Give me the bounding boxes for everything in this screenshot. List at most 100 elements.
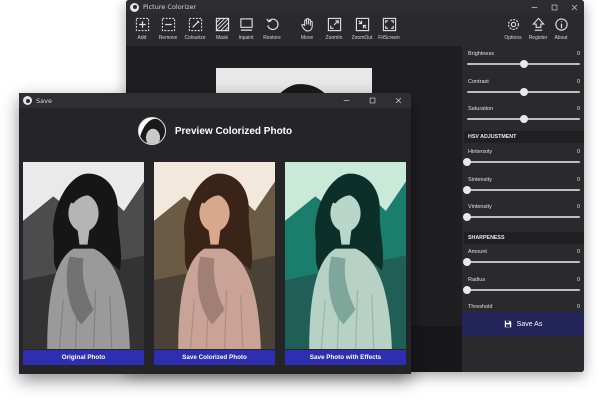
dialog-header: Preview Colorized Photo	[19, 117, 411, 145]
vintensity-slider[interactable]: Vintensity 0	[463, 204, 580, 222]
add-button[interactable]: Add	[128, 17, 156, 41]
about-button[interactable]: About	[547, 17, 575, 41]
sharpness-section-header: SHARPENESS	[464, 232, 584, 244]
radius-slider[interactable]: Radius 0	[463, 277, 580, 295]
threshold-value: 0	[576, 304, 580, 310]
options-button[interactable]: Options	[499, 17, 527, 41]
brightness-value: 0	[576, 51, 580, 57]
radius-track[interactable]	[463, 286, 580, 294]
contrast-label: Contrast	[468, 79, 489, 85]
sintensity-value: 0	[576, 177, 580, 183]
save-colorized-photo-button[interactable]: Save Colorized Photo	[154, 350, 275, 365]
original-photo-button[interactable]: Original Photo	[23, 350, 144, 365]
restore-label: Restore	[263, 35, 281, 41]
hand-icon	[300, 17, 313, 32]
saturation-value: 0	[576, 106, 580, 112]
amount-value: 0	[576, 249, 580, 255]
add-label: Add	[137, 35, 147, 41]
brightness-slider[interactable]: Brightness 0	[464, 51, 580, 69]
add-icon	[135, 17, 149, 32]
dialog-maximize-button[interactable]	[359, 93, 385, 108]
amount-handle[interactable]	[463, 258, 471, 266]
toolbar: Add Remove Colourize Mask Inpaint Restor…	[126, 14, 584, 46]
restore-button[interactable]: Restore	[258, 17, 286, 41]
gear-icon	[507, 18, 519, 31]
vintensity-handle[interactable]	[463, 213, 471, 221]
adjustments-panel: Brightness 0 Contrast 0 Saturation 0 HSV…	[462, 46, 584, 372]
amount-slider[interactable]: Amount 0	[463, 249, 580, 267]
saturation-slider[interactable]: Saturation 0	[464, 106, 580, 124]
hintensity-track[interactable]	[463, 158, 580, 166]
inpaint-button[interactable]: Inpaint	[232, 17, 260, 41]
hintensity-slider[interactable]: Hintensity 0	[463, 149, 580, 167]
remove-icon	[161, 17, 175, 32]
dialog-heading: Preview Colorized Photo	[174, 125, 293, 137]
contrast-slider[interactable]: Contrast 0	[464, 79, 580, 97]
vintensity-value: 0	[576, 204, 580, 210]
sintensity-slider[interactable]: Sintensity 0	[463, 177, 580, 195]
amount-track[interactable]	[463, 258, 580, 266]
original-photo-preview	[23, 162, 144, 349]
minimize-button[interactable]	[524, 0, 544, 14]
colourize-button[interactable]: Colourize	[181, 17, 209, 41]
sintensity-track[interactable]	[463, 186, 580, 194]
move-label: Move	[300, 35, 314, 41]
about-label: About	[554, 35, 568, 41]
save-dialog-title: Save	[36, 96, 52, 105]
radius-value: 0	[576, 277, 580, 283]
contrast-value: 0	[576, 79, 580, 85]
brightness-handle[interactable]	[519, 60, 528, 68]
close-button[interactable]	[564, 0, 584, 14]
hintensity-handle[interactable]	[463, 158, 471, 166]
contrast-track[interactable]	[467, 88, 580, 96]
saturation-track[interactable]	[467, 115, 580, 123]
inpaint-icon	[239, 18, 253, 31]
mask-icon	[215, 17, 229, 32]
about-icon	[554, 18, 568, 31]
save-dialog: Save Preview Colorized Photo Original Ph…	[19, 93, 411, 374]
colourize-label: Colourize	[184, 35, 206, 41]
vintensity-label: Vintensity	[468, 204, 492, 210]
sintensity-label: Sintensity	[468, 177, 492, 183]
zoom-in-button[interactable]: ZoomIn	[320, 17, 348, 41]
vintensity-track[interactable]	[463, 213, 580, 221]
save-as-button[interactable]: Save As	[462, 312, 584, 336]
effects-photo-preview	[285, 162, 406, 349]
hintensity-value: 0	[576, 149, 580, 155]
main-window-title: Picture Colorizer	[143, 3, 197, 11]
hsv-section-header: HSV ADJUSTMENT	[464, 131, 584, 143]
zoom-in-icon	[327, 17, 341, 32]
avatar	[137, 117, 166, 145]
floppy-disk-icon	[504, 320, 511, 328]
threshold-slider[interactable]: Threshold 0	[464, 304, 580, 312]
radius-handle[interactable]	[463, 286, 471, 294]
dialog-minimize-button[interactable]	[333, 93, 359, 108]
save-as-label: Save As	[516, 320, 543, 328]
brightness-track[interactable]	[467, 60, 580, 68]
sintensity-handle[interactable]	[463, 186, 471, 194]
zoom-in-label: ZoomIn	[325, 35, 343, 41]
maximize-button[interactable]	[544, 0, 564, 14]
save-photo-with-effects-button[interactable]: Save Photo with Effects	[285, 350, 406, 365]
saturation-label: Saturation	[468, 106, 494, 112]
remove-label: Remove	[158, 35, 178, 41]
app-logo-icon	[130, 2, 139, 12]
register-label: Register	[528, 35, 548, 41]
mask-label: Mask	[216, 35, 228, 41]
fit-screen-button[interactable]: FitScreen	[375, 17, 403, 41]
contrast-handle[interactable]	[519, 88, 528, 96]
zoom-out-label: ZoomOut	[351, 35, 373, 41]
restore-icon	[265, 18, 279, 31]
remove-button[interactable]: Remove	[154, 17, 182, 41]
upload-icon	[531, 17, 545, 31]
move-button[interactable]: Move	[293, 17, 321, 41]
zoom-out-button[interactable]: ZoomOut	[348, 17, 376, 41]
saturation-handle[interactable]	[519, 115, 528, 123]
amount-label: Amount	[468, 249, 487, 255]
dialog-logo-icon	[23, 96, 32, 105]
fit-screen-label: FitScreen	[378, 35, 400, 41]
dialog-close-button[interactable]	[385, 93, 411, 108]
hintensity-label: Hintensity	[468, 149, 493, 155]
brightness-label: Brightness	[468, 51, 494, 57]
save-dialog-title-bar: Save	[19, 93, 411, 108]
